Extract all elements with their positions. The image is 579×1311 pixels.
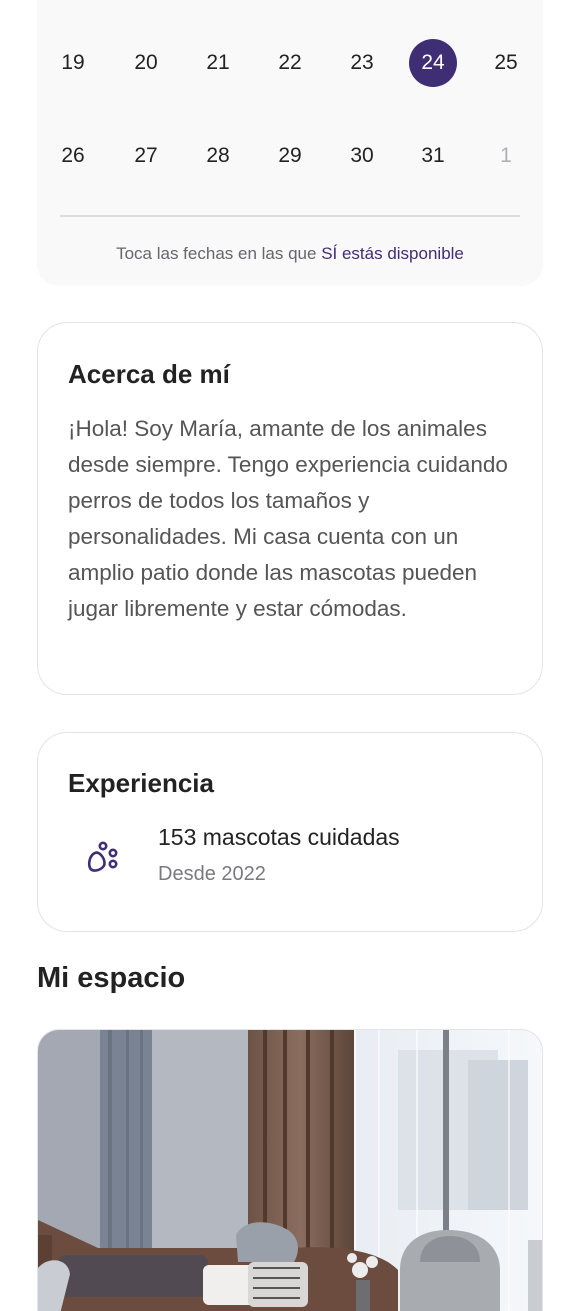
calendar-week-row: 19 20 21 22 23 24 25	[37, 39, 543, 89]
availability-calendar: 19 20 21 22 23 24 25 26 27 28 29 30 31 1…	[37, 0, 543, 286]
calendar-day[interactable]: 19	[49, 39, 97, 87]
experience-title: Experiencia	[68, 768, 214, 798]
calendar-day[interactable]: 20	[122, 39, 170, 87]
paw-icon	[86, 839, 122, 879]
experience-card: Experiencia 153 mascotas cuidadas Desde …	[37, 732, 543, 932]
calendar-hint-highlight: SÍ estás disponible	[321, 244, 464, 263]
about-card: Acerca de mí ¡Hola! Soy María, amante de…	[37, 322, 543, 695]
calendar-hint-prefix: Toca las fechas en las que	[116, 244, 317, 263]
pets-cared-count: 153 mascotas cuidadas	[158, 824, 400, 850]
calendar-hint: Toca las fechas en las que SÍ estás disp…	[37, 244, 543, 264]
calendar-day[interactable]: 27	[122, 132, 170, 180]
calendar-day[interactable]: 26	[49, 132, 97, 180]
about-text: ¡Hola! Soy María, amante de los animales…	[68, 416, 508, 621]
calendar-day[interactable]: 25	[482, 39, 530, 87]
calendar-day-next-month[interactable]: 1	[482, 132, 530, 180]
calendar-week-row: 26 27 28 29 30 31 1	[37, 132, 543, 182]
calendar-day[interactable]: 22	[266, 39, 314, 87]
calendar-day[interactable]: 29	[266, 132, 314, 180]
calendar-day-selected[interactable]: 24	[409, 39, 457, 87]
experience-since: Desde 2022	[158, 863, 266, 885]
calendar-day[interactable]: 28	[194, 132, 242, 180]
calendar-day[interactable]: 21	[194, 39, 242, 87]
calendar-divider	[60, 215, 520, 217]
space-section-title: Mi espacio	[37, 962, 186, 994]
about-title: Acerca de mí	[68, 359, 230, 389]
calendar-day[interactable]: 30	[338, 132, 386, 180]
living-room-photo[interactable]	[37, 1029, 543, 1311]
calendar-day[interactable]: 23	[338, 39, 386, 87]
calendar-day[interactable]: 31	[409, 132, 457, 180]
